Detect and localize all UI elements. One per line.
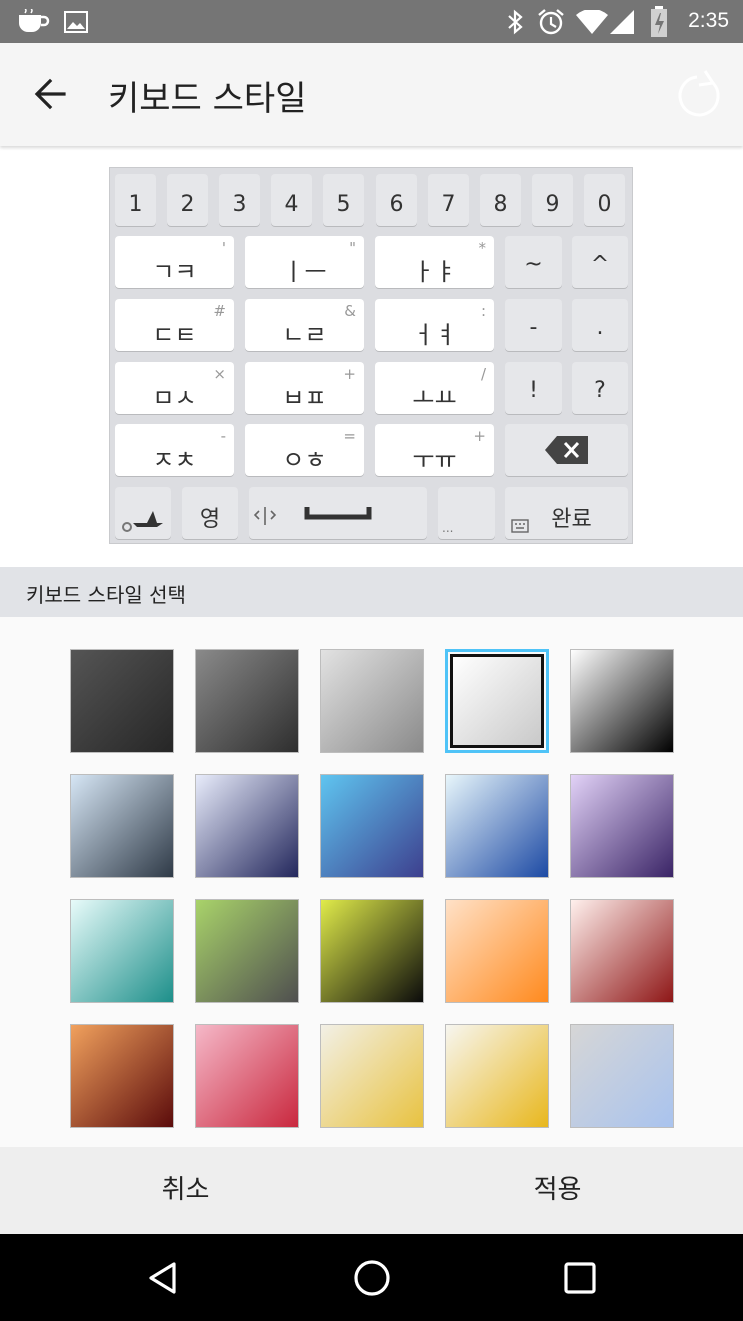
key-symbol: ! <box>505 362 562 414</box>
cancel-button[interactable]: 취소 <box>0 1147 371 1234</box>
apply-button[interactable]: 적용 <box>372 1147 743 1234</box>
key-hangul: ㅈㅊ - <box>115 424 234 476</box>
style-swatch[interactable] <box>70 774 174 878</box>
keyboard-preview: 1 2 3 4 5 6 7 8 9 0 ㄱㅋ ' ㅣㅡ " ㅏㅑ * ~ ^ ㄷㅌ # … <box>109 167 633 544</box>
key-number: 8 <box>480 174 521 226</box>
key-number: 9 <box>532 174 573 226</box>
nav-back-button[interactable] <box>141 1256 185 1300</box>
refresh-icon <box>678 70 720 117</box>
space-bar-icon <box>253 507 372 525</box>
key-space <box>249 487 427 539</box>
signal-icon <box>610 10 634 34</box>
key-hangul: ㅓㅕ: <box>375 299 494 351</box>
section-header: 키보드 스타일 선택 <box>0 567 743 617</box>
image-icon <box>64 11 88 33</box>
style-swatch[interactable] <box>320 899 424 1003</box>
status-time: 2:35 <box>688 9 729 32</box>
style-swatch[interactable] <box>195 1024 299 1128</box>
key-hangul: ㄷㅌ # <box>115 299 234 351</box>
style-swatch[interactable] <box>70 1024 174 1128</box>
key-number: 3 <box>219 174 260 226</box>
style-swatch[interactable] <box>445 899 549 1003</box>
key-hangul: ㅂㅍ + <box>245 362 364 414</box>
back-triangle-icon <box>149 1262 176 1294</box>
key-number: 0 <box>584 174 625 226</box>
style-swatch[interactable] <box>570 649 674 753</box>
key-number: 1 <box>115 174 156 226</box>
section-title: 키보드 스타일 선택 <box>26 583 186 607</box>
key-hangul: ㅇㅎ = <box>245 424 364 476</box>
status-bar: 2:35 <box>0 0 743 43</box>
wifi-icon <box>576 10 608 34</box>
battery-icon <box>651 6 667 37</box>
style-swatch[interactable] <box>445 1024 549 1128</box>
key-backspace <box>505 424 628 476</box>
key-number: 5 <box>323 174 364 226</box>
key-symbol: . <box>572 299 628 351</box>
style-swatch[interactable] <box>195 899 299 1003</box>
alarm-icon <box>538 9 564 35</box>
key-number: 4 <box>271 174 312 226</box>
style-swatch[interactable] <box>195 774 299 878</box>
style-swatch[interactable] <box>445 774 549 878</box>
home-circle-icon <box>354 1260 390 1296</box>
key-done: 완료 <box>505 487 628 539</box>
style-swatch[interactable] <box>570 899 674 1003</box>
style-swatch[interactable] <box>195 649 299 753</box>
key-number: 6 <box>376 174 417 226</box>
style-swatch[interactable] <box>320 774 424 878</box>
style-swatch[interactable] <box>320 1024 424 1128</box>
arrow-left-icon <box>34 78 66 110</box>
key-lang: 영 <box>182 487 238 539</box>
style-swatch[interactable] <box>570 774 674 878</box>
style-swatch-selected[interactable] <box>445 649 549 753</box>
key-number: 7 <box>428 174 469 226</box>
key-more: ... <box>438 487 495 539</box>
key-symbol: - <box>505 299 562 351</box>
key-symbol: ^ <box>572 236 628 288</box>
key-hangul: ㄱㅋ ' <box>115 236 234 288</box>
style-swatch-grid <box>0 617 743 1147</box>
key-hangul: ㅁㅅ × <box>115 362 234 414</box>
key-symbol: ~ <box>505 236 562 288</box>
nav-recents-button[interactable] <box>558 1256 602 1300</box>
style-swatch[interactable] <box>570 1024 674 1128</box>
key-hangul: ㄴㄹ & <box>245 299 364 351</box>
coffee-icon <box>19 9 50 32</box>
gear-wave-icon <box>122 511 163 532</box>
style-swatch[interactable] <box>70 649 174 753</box>
key-settings <box>115 487 171 539</box>
key-hangul: ㅜㅠ + <box>375 424 494 476</box>
key-hangul: ㅏㅑ * <box>375 236 494 288</box>
recents-square-icon <box>564 1262 596 1294</box>
page-title: 키보드 스타일 <box>108 79 307 119</box>
back-button[interactable] <box>22 69 78 119</box>
style-swatch[interactable] <box>70 899 174 1003</box>
action-bar: 취소 적용 <box>0 1147 743 1234</box>
key-hangul: ㅣㅡ " <box>245 236 364 288</box>
nav-home-button[interactable] <box>350 1256 394 1300</box>
bluetooth-icon <box>508 9 523 35</box>
swatch-fill <box>450 654 544 748</box>
app-bar: 키보드 스타일 <box>0 43 743 146</box>
style-swatch[interactable] <box>320 649 424 753</box>
key-symbol: ? <box>572 362 628 414</box>
navigation-bar <box>0 1234 743 1321</box>
backspace-icon <box>545 436 588 464</box>
key-number: 2 <box>167 174 208 226</box>
key-hangul: ㅗㅛ / <box>375 362 494 414</box>
reset-button[interactable] <box>675 67 725 121</box>
